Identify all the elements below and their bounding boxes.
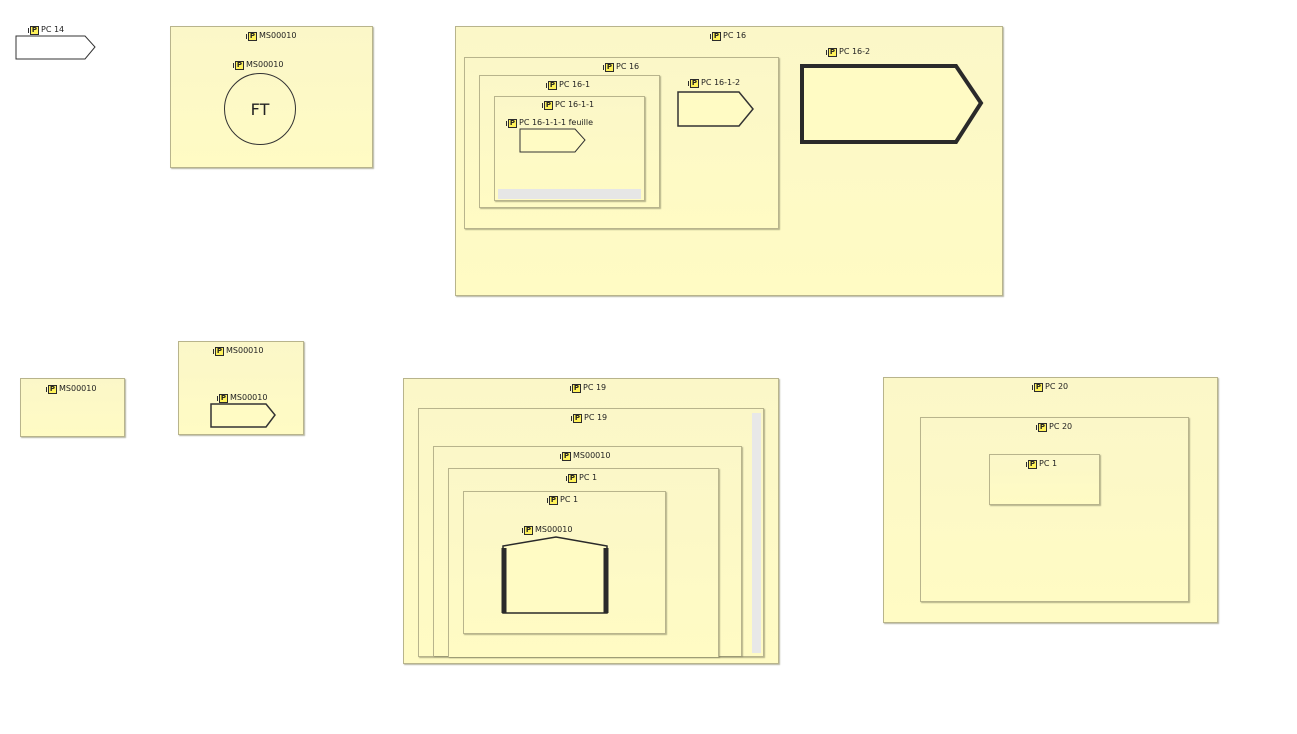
ms-box-top[interactable]: P MS00010 P MS00010 FT — [170, 26, 373, 168]
node-label-text: PC 14 — [41, 25, 65, 34]
pc16-outer-box[interactable]: P PC 16 P PC 16 P PC 16-1 P PC 16-1-1 P … — [455, 26, 1003, 296]
node-label-text: PC 16-1-2 — [701, 78, 741, 87]
p-icon: P — [560, 451, 571, 461]
ms-mid-arrow-shape[interactable] — [210, 403, 278, 429]
node-label: P PC 1 — [1026, 459, 1058, 469]
p-icon: P — [826, 47, 837, 57]
p-icon: P — [28, 25, 39, 35]
node-label: P MS00010 — [217, 393, 268, 403]
node-label: P MS00010 — [46, 384, 97, 394]
ms-pentagon-shape[interactable] — [500, 536, 612, 616]
node-label: P PC 19 — [570, 383, 607, 393]
p-icon: P — [566, 473, 577, 483]
p-icon: P — [542, 100, 553, 110]
node-label-text: PC 1 — [579, 473, 598, 482]
node-label-text: PC 16 — [616, 62, 640, 71]
p-icon: P — [1026, 459, 1037, 469]
node-label: P MS00010 — [246, 31, 297, 41]
node-label-text: PC 20 — [1045, 382, 1069, 391]
node-label-text: MS00010 — [573, 451, 611, 460]
p-icon: P — [213, 346, 224, 356]
pc16-1-box[interactable]: P PC 16-1 P PC 16-1-1 P PC 16-1-1-1 feui… — [479, 75, 660, 208]
node-label: P PC 16-1-2 — [688, 78, 741, 88]
pc16-2-arrow-shape[interactable] — [800, 64, 986, 148]
p-icon: P — [46, 384, 57, 394]
p-icon: P — [246, 31, 257, 41]
p-icon: P — [1032, 382, 1043, 392]
p-icon: P — [217, 393, 228, 403]
node-label-text: MS00010 — [59, 384, 97, 393]
pc1-inner-box[interactable]: P PC 1 P MS00010 — [463, 491, 666, 634]
ms-in19-box[interactable]: P MS00010 P PC 1 P PC 1 P MS00010 — [433, 446, 742, 657]
node-label: P PC 14 — [28, 25, 65, 35]
pc20-outer-box[interactable]: P PC 20 P PC 20 P PC 1 — [883, 377, 1218, 623]
horizontal-scrollbar[interactable] — [498, 189, 641, 199]
node-label: P PC 16-1 — [546, 80, 591, 90]
node-label: P MS00010 — [233, 60, 284, 70]
p-icon: P — [710, 31, 721, 41]
p-icon: P — [603, 62, 614, 72]
pc20-inner-box[interactable]: P PC 20 P PC 1 — [920, 417, 1189, 602]
ms-box-small[interactable]: P MS00010 — [20, 378, 125, 437]
node-label-text: PC 16-1-1-1 feuille — [519, 118, 594, 127]
pc16-1-1-1-arrow-shape[interactable] — [519, 128, 586, 154]
node-label: P PC 19 — [571, 413, 608, 423]
pc19-outer-box[interactable]: P PC 19 P PC 19 P MS00010 P PC 1 P PC 1 … — [403, 378, 779, 664]
node-label-text: PC 16-2 — [839, 47, 871, 56]
node-label-text: PC 16-1 — [559, 80, 591, 89]
ms-box-mid[interactable]: P MS00010 P MS00010 — [178, 341, 304, 435]
pc14-arrow-shape[interactable] — [15, 35, 96, 63]
node-label-text: MS00010 — [246, 60, 284, 69]
ft-circle-node[interactable]: FT — [224, 73, 296, 145]
node-label-text: PC 16 — [723, 31, 747, 40]
node-label-text: MS00010 — [259, 31, 297, 40]
node-label: P PC 16-2 — [826, 47, 871, 57]
pc16-inner-box[interactable]: P PC 16 P PC 16-1 P PC 16-1-1 P PC 16-1-… — [464, 57, 779, 229]
node-label-text: MS00010 — [230, 393, 268, 402]
node-label: P PC 16 — [710, 31, 747, 41]
node-label-text: MS00010 — [535, 525, 573, 534]
p-icon: P — [571, 413, 582, 423]
pc16-1-1-box[interactable]: P PC 16-1-1 P PC 16-1-1-1 feuille — [494, 96, 645, 201]
p-icon: P — [506, 118, 517, 128]
p-icon: P — [547, 495, 558, 505]
node-label: P MS00010 — [522, 525, 573, 535]
pc1-in20-box[interactable]: P PC 1 — [989, 454, 1100, 505]
node-label: P PC 1 — [547, 495, 579, 505]
p-icon: P — [233, 60, 244, 70]
node-label-text: MS00010 — [226, 346, 264, 355]
node-label: P MS00010 — [560, 451, 611, 461]
p-icon: P — [688, 78, 699, 88]
node-label: P PC 20 — [1032, 382, 1069, 392]
vertical-scrollbar[interactable] — [752, 413, 761, 653]
node-label-text: PC 1 — [560, 495, 579, 504]
node-label: P PC 16-1-1-1 feuille — [506, 118, 594, 128]
node-label: P PC 20 — [1036, 422, 1073, 432]
node-label-text: PC 1 — [1039, 459, 1058, 468]
pc19-inner-box[interactable]: P PC 19 P MS00010 P PC 1 P PC 1 P MS0001… — [418, 408, 764, 657]
node-label: P PC 16-1-1 — [542, 100, 595, 110]
node-label: P PC 1 — [566, 473, 598, 483]
p-icon: P — [570, 383, 581, 393]
p-icon: P — [522, 525, 533, 535]
node-label: P MS00010 — [213, 346, 264, 356]
node-label: P PC 16 — [603, 62, 640, 72]
node-label-text: PC 19 — [584, 413, 608, 422]
node-label-text: PC 16-1-1 — [555, 100, 595, 109]
pc1-outer-box[interactable]: P PC 1 P PC 1 P MS00010 — [448, 468, 719, 657]
p-icon: P — [546, 80, 557, 90]
p-icon: P — [1036, 422, 1047, 432]
node-label-text: PC 19 — [583, 383, 607, 392]
node-label-text: PC 20 — [1049, 422, 1073, 431]
pc16-1-2-arrow-shape[interactable] — [677, 91, 757, 129]
